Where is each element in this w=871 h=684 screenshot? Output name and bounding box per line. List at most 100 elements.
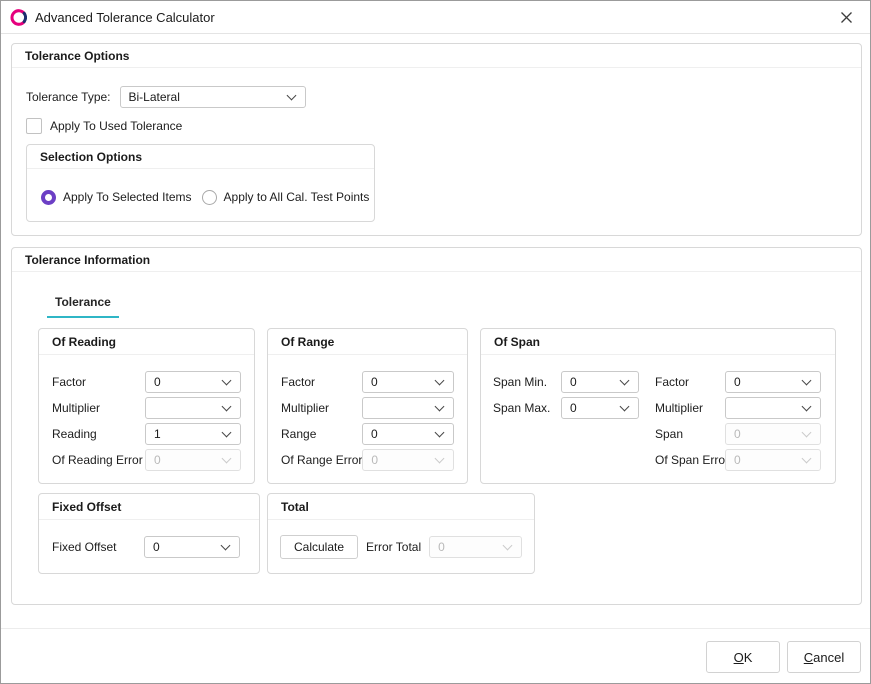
of-span-error-row: Of Span Error 0 <box>655 449 821 471</box>
of-reading-reading-dropdown[interactable]: 1 <box>145 423 241 445</box>
apply-to-used-tolerance-label: Apply To Used Tolerance <box>50 119 182 133</box>
chevron-down-icon <box>621 378 630 387</box>
chevron-down-icon <box>436 378 445 387</box>
of-span-span-value: 0 <box>734 427 741 441</box>
span-max-row: Span Max. 0 <box>493 397 639 419</box>
fixed-offset-dropdown[interactable]: 0 <box>144 536 240 558</box>
of-range-error-label: Of Range Error <box>281 453 362 467</box>
span-max-dropdown[interactable]: 0 <box>561 397 639 419</box>
radio-apply-to-selected-items[interactable] <box>41 190 56 205</box>
window-title: Advanced Tolerance Calculator <box>35 10 215 25</box>
chevron-down-icon <box>504 543 513 552</box>
of-span-factor-dropdown[interactable]: 0 <box>725 371 821 393</box>
chevron-down-icon <box>621 404 630 413</box>
of-reading-error-label: Of Reading Error <box>52 453 143 467</box>
of-range-error-row: Of Range Error 0 <box>281 449 454 471</box>
chevron-down-icon <box>803 378 812 387</box>
of-reading-factor-row: Factor 0 <box>52 371 241 393</box>
ok-button[interactable]: OK <box>706 641 780 673</box>
fixed-offset-header: Fixed Offset <box>39 494 259 520</box>
selection-options-header: Selection Options <box>27 145 374 169</box>
chevron-down-icon <box>223 456 232 465</box>
of-span-span-row: Span 0 <box>655 423 821 445</box>
error-total-value: 0 <box>438 540 445 554</box>
tolerance-information-title: Tolerance Information <box>25 253 150 267</box>
tolerance-type-value: Bi-Lateral <box>129 90 180 104</box>
titlebar: Advanced Tolerance Calculator <box>1 1 870 34</box>
fixed-offset-row: Fixed Offset 0 <box>52 536 240 558</box>
of-range-factor-value: 0 <box>371 375 378 389</box>
tolerance-options-header: Tolerance Options <box>12 44 861 68</box>
tolerance-options-title: Tolerance Options <box>25 49 129 63</box>
close-icon[interactable] <box>837 8 856 27</box>
span-label: Span <box>655 427 725 441</box>
total-header: Total <box>268 494 534 520</box>
tab-tolerance-label: Tolerance <box>55 295 111 309</box>
radio-apply-to-all-cal-test-points-label: Apply to All Cal. Test Points <box>224 190 370 204</box>
error-total-label: Error Total <box>366 540 421 554</box>
of-reading-error-value: 0 <box>154 453 161 467</box>
cancel-button-accesskey: C <box>804 650 813 665</box>
tolerance-type-row: Tolerance Type: Bi-Lateral <box>26 86 306 108</box>
calculate-button[interactable]: Calculate <box>280 535 358 559</box>
of-range-error-value: 0 <box>371 453 378 467</box>
error-total-dropdown: 0 <box>429 536 522 558</box>
cancel-button-label-rest: ancel <box>813 650 844 665</box>
of-range-range-row: Range 0 <box>281 423 454 445</box>
of-range-range-value: 0 <box>371 427 378 441</box>
of-span-error-dropdown: 0 <box>725 449 821 471</box>
of-range-title: Of Range <box>281 335 334 349</box>
of-range-multiplier-dropdown[interactable] <box>362 397 454 419</box>
calculate-button-label: Calculate <box>294 540 344 554</box>
app-logo-icon <box>10 9 27 26</box>
multiplier-label: Multiplier <box>655 401 725 415</box>
tolerance-type-label: Tolerance Type: <box>26 90 111 104</box>
selection-options-group: Selection Options Apply To Selected Item… <box>26 144 375 222</box>
of-reading-reading-row: Reading 1 <box>52 423 241 445</box>
chevron-down-icon <box>803 404 812 413</box>
span-max-label: Span Max. <box>493 401 561 415</box>
of-span-title: Of Span <box>494 335 540 349</box>
total-title: Total <box>281 500 309 514</box>
chevron-down-icon <box>803 430 812 439</box>
selection-options-title: Selection Options <box>40 150 142 164</box>
apply-to-used-tolerance-checkbox[interactable] <box>26 118 42 134</box>
multiplier-label: Multiplier <box>281 401 329 415</box>
chevron-down-icon <box>436 456 445 465</box>
of-span-factor-value: 0 <box>734 375 741 389</box>
chevron-down-icon <box>223 378 232 387</box>
chevron-down-icon <box>288 93 297 102</box>
total-group: Total Calculate Error Total 0 <box>267 493 535 574</box>
chevron-down-icon <box>222 543 231 552</box>
of-reading-title: Of Reading <box>52 335 116 349</box>
of-range-factor-dropdown[interactable]: 0 <box>362 371 454 393</box>
of-span-factor-row: Factor 0 <box>655 371 821 393</box>
radio-apply-to-selected-items-label: Apply To Selected Items <box>63 190 192 204</box>
chevron-down-icon <box>436 430 445 439</box>
of-range-group: Of Range Factor 0 Multiplier Range 0 <box>267 328 468 484</box>
of-range-range-dropdown[interactable]: 0 <box>362 423 454 445</box>
radio-apply-to-all-cal-test-points[interactable] <box>202 190 217 205</box>
tolerance-type-dropdown[interactable]: Bi-Lateral <box>120 86 306 108</box>
span-min-dropdown[interactable]: 0 <box>561 371 639 393</box>
of-reading-group: Of Reading Factor 0 Multiplier Reading <box>38 328 255 484</box>
footer-separator <box>1 628 870 629</box>
fixed-offset-label: Fixed Offset <box>52 540 116 554</box>
of-reading-error-row: Of Reading Error 0 <box>52 449 241 471</box>
of-reading-factor-value: 0 <box>154 375 161 389</box>
of-reading-factor-dropdown[interactable]: 0 <box>145 371 241 393</box>
of-span-group: Of Span Span Min. 0 Span Max. 0 Factor <box>480 328 836 484</box>
of-reading-multiplier-row: Multiplier <box>52 397 241 419</box>
of-span-multiplier-dropdown[interactable] <box>725 397 821 419</box>
chevron-down-icon <box>223 430 232 439</box>
of-reading-multiplier-dropdown[interactable] <box>145 397 241 419</box>
fixed-offset-group: Fixed Offset Fixed Offset 0 <box>38 493 260 574</box>
ok-button-accesskey: O <box>734 650 744 665</box>
factor-label: Factor <box>52 375 86 389</box>
dialog-advanced-tolerance-calculator: Advanced Tolerance Calculator Tolerance … <box>0 0 871 684</box>
reading-label: Reading <box>52 427 97 441</box>
of-span-span-dropdown: 0 <box>725 423 821 445</box>
of-span-header: Of Span <box>481 329 835 355</box>
tab-tolerance[interactable]: Tolerance <box>47 291 119 318</box>
cancel-button[interactable]: Cancel <box>787 641 861 673</box>
